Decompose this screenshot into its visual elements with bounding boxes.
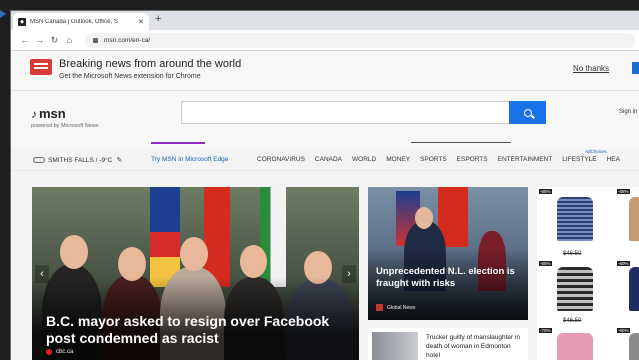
news-icon xyxy=(30,59,52,75)
tab-strip: ◆ MSN Canada | Outlook, Office, S ✕ + xyxy=(11,11,639,30)
msn-page: Breaking news from around the world Get … xyxy=(11,51,639,360)
category-nav: SMITHS FALLS / -9°C ✎ Try MSN in Microso… xyxy=(11,149,639,171)
nav-item[interactable]: SPORTS xyxy=(420,156,447,163)
promo-subtitle: Get the Microsoft News extension for Chr… xyxy=(59,73,201,80)
price-label: $46.50 xyxy=(563,251,582,257)
msn-logo[interactable]: ♪ msn xyxy=(31,106,66,121)
active-indicator xyxy=(151,142,205,144)
address-toolbar: ← → ↻ ⌂ msn.com/en-ca/ xyxy=(11,30,639,51)
edit-location-icon[interactable]: ✎ xyxy=(116,156,122,164)
story-title[interactable]: Unprecedented N.L. election is fraught w… xyxy=(376,266,521,290)
adchoices-label[interactable]: AdChoices xyxy=(585,149,607,154)
hero-title[interactable]: B.C. mayor asked to resign over Facebook… xyxy=(46,313,346,347)
nav-item[interactable]: HEA xyxy=(607,156,620,163)
person-face xyxy=(240,245,267,278)
nav-item[interactable]: ENTERTAINMENT xyxy=(498,156,553,163)
cbc-icon xyxy=(46,349,52,355)
ad-column[interactable]: -65% -65% $46.50 -65% -60% $46.50 -70% -… xyxy=(537,187,639,360)
discount-badge: -65% xyxy=(539,189,552,194)
add-extension-button[interactable] xyxy=(632,62,639,74)
search-header: ♪ msn powered by Microsoft News Sign in xyxy=(11,91,639,149)
weather-widget[interactable]: SMITHS FALLS / -9°C ✎ xyxy=(33,156,122,164)
global-news-icon xyxy=(376,304,383,311)
discount-badge: -70% xyxy=(539,328,552,333)
search-input[interactable] xyxy=(181,101,511,124)
person-face xyxy=(60,235,88,269)
lock-icon xyxy=(93,38,98,43)
address-bar[interactable]: msn.com/en-ca/ xyxy=(85,33,635,48)
nav-item[interactable]: LIFESTYLE xyxy=(562,156,596,163)
nav-items: CORONAVIRUS CANADA WORLD MONEY SPORTS ES… xyxy=(257,156,620,163)
nav-item[interactable]: CANADA xyxy=(315,156,342,163)
discount-badge: -60% xyxy=(617,261,630,266)
story-card[interactable]: Trucker guilty of manslaughter in death … xyxy=(368,328,528,360)
mouse-cursor xyxy=(0,10,6,18)
browser-tab[interactable]: ◆ MSN Canada | Outlook, Office, S ✕ xyxy=(13,13,149,30)
search-button[interactable] xyxy=(509,101,546,124)
sweater-image xyxy=(557,267,593,311)
reload-icon[interactable]: ↻ xyxy=(47,35,62,46)
person-face xyxy=(180,237,208,271)
sign-in-link[interactable]: Sign in xyxy=(619,109,637,115)
story-thumbnail xyxy=(372,332,418,360)
price-label: $46.50 xyxy=(563,318,582,324)
nav-item[interactable]: MONEY xyxy=(386,156,410,163)
search-icon xyxy=(523,108,532,117)
weather-text: SMITHS FALLS / -9°C xyxy=(48,156,113,164)
close-tab-icon[interactable]: ✕ xyxy=(138,18,144,26)
sweater-image xyxy=(629,333,639,360)
prev-arrow-icon[interactable]: ‹ xyxy=(35,265,49,283)
speaker-face xyxy=(415,207,433,229)
divider xyxy=(411,142,511,143)
nav-item[interactable]: CORONAVIRUS xyxy=(257,156,305,163)
nav-item[interactable]: WORLD xyxy=(352,156,376,163)
hero-story[interactable]: ‹ › B.C. mayor asked to resign over Face… xyxy=(32,187,359,360)
try-edge-link[interactable]: Try MSN in Microsoft Edge xyxy=(151,156,228,163)
tab-title: MSN Canada | Outlook, Office, S xyxy=(30,18,118,25)
story-title[interactable]: Trucker guilty of manslaughter in death … xyxy=(426,333,524,360)
sweater-image xyxy=(557,197,593,241)
home-icon[interactable]: ⌂ xyxy=(62,35,77,45)
person-face xyxy=(118,247,146,281)
hero-source: cbc.ca xyxy=(46,349,73,355)
back-icon[interactable]: ← xyxy=(17,35,32,45)
discount-badge: -60% xyxy=(617,328,630,333)
no-thanks-link[interactable]: No thanks xyxy=(573,64,609,73)
sweater-image xyxy=(629,197,639,241)
sweater-image xyxy=(557,333,593,360)
discount-badge: -65% xyxy=(617,189,630,194)
sweater-image xyxy=(629,267,639,311)
cloud-icon xyxy=(33,157,45,163)
extension-promo-banner: Breaking news from around the world Get … xyxy=(11,51,639,91)
browser-window: ◆ MSN Canada | Outlook, Office, S ✕ + ← … xyxy=(10,10,639,360)
promo-title: Breaking news from around the world xyxy=(59,58,242,70)
new-tab-button[interactable]: + xyxy=(155,13,161,25)
logo-subtitle: powered by Microsoft News xyxy=(31,123,99,129)
msn-butterfly-icon: ♪ xyxy=(31,107,37,121)
url-text: msn.com/en-ca/ xyxy=(104,37,151,44)
story-source: Global News xyxy=(376,304,415,311)
story-card[interactable]: Unprecedented N.L. election is fraught w… xyxy=(368,187,528,320)
msn-favicon-icon: ◆ xyxy=(18,17,26,26)
nav-item[interactable]: ESPORTS xyxy=(457,156,488,163)
discount-badge: -65% xyxy=(539,261,552,266)
forward-icon[interactable]: → xyxy=(32,35,47,45)
next-arrow-icon[interactable]: › xyxy=(342,265,356,283)
